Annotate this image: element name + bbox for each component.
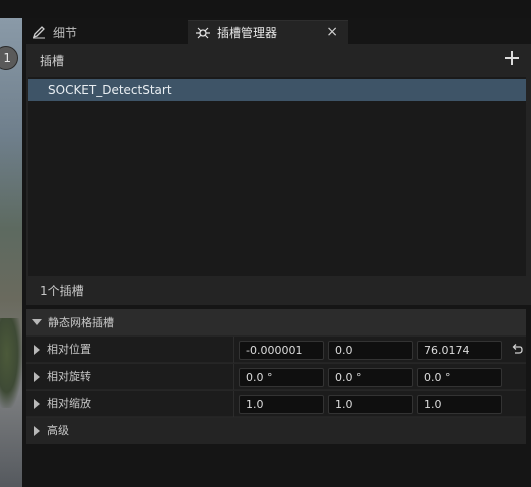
chevron-down-icon <box>32 319 42 325</box>
property-row-advanced[interactable]: 高级 <box>26 417 526 443</box>
tab-details-label: 细节 <box>53 25 78 40</box>
socket-list[interactable]: SOCKET_DetectStart <box>28 77 526 276</box>
chevron-right-icon[interactable] <box>34 399 40 409</box>
scale-x-field[interactable]: 1.0 <box>239 395 324 414</box>
section-header-static-mesh-socket[interactable]: 静态网格插槽 <box>26 309 526 335</box>
tab-details[interactable]: 细节 <box>30 20 77 44</box>
property-label: 相对旋转 <box>47 370 91 383</box>
column-divider[interactable] <box>233 337 234 363</box>
property-row-relative-scale: 相对缩放 1.0 1.0 1.0 <box>26 390 526 417</box>
reset-icon[interactable] <box>511 343 523 357</box>
location-x-field[interactable]: -0.000001 <box>239 341 324 360</box>
property-label: 相对缩放 <box>47 397 91 410</box>
property-row-relative-location: 相对位置 -0.000001 0.0 76.0174 <box>26 336 526 363</box>
tab-socket-manager[interactable]: 插槽管理器 × <box>188 20 348 44</box>
socket-manager-icon <box>194 25 212 41</box>
rotation-z-field[interactable]: 0.0 ° <box>417 368 502 387</box>
property-label: 相对位置 <box>47 343 91 356</box>
advanced-label: 高级 <box>47 424 69 437</box>
socket-panel-title: 插槽 <box>40 53 65 68</box>
top-bar <box>0 0 531 18</box>
location-y-field[interactable]: 0.0 <box>328 341 413 360</box>
section-title: 静态网格插槽 <box>48 316 114 329</box>
socket-panel-header: 插槽 <box>26 44 531 76</box>
pencil-icon <box>30 24 48 40</box>
chevron-right-icon[interactable] <box>34 345 40 355</box>
location-z-field[interactable]: 76.0174 <box>417 341 502 360</box>
details-panel: 静态网格插槽 相对位置 -0.000001 0.0 76.0174 相对旋转 0… <box>26 309 526 444</box>
property-row-relative-rotation: 相对旋转 0.0 ° 0.0 ° 0.0 ° <box>26 363 526 390</box>
scale-z-field[interactable]: 1.0 <box>417 395 502 414</box>
rotation-y-field[interactable]: 0.0 ° <box>328 368 413 387</box>
column-divider[interactable] <box>233 364 234 390</box>
tab-socket-manager-label: 插槽管理器 <box>217 26 278 40</box>
socket-count: 1个插槽 <box>26 277 531 305</box>
chevron-right-icon[interactable] <box>34 426 40 436</box>
chevron-right-icon[interactable] <box>34 372 40 382</box>
viewport-preview[interactable]: 1 <box>0 18 22 487</box>
viewport-scenery <box>0 318 22 408</box>
plus-icon[interactable] <box>505 51 519 65</box>
scale-y-field[interactable]: 1.0 <box>328 395 413 414</box>
rotation-x-field[interactable]: 0.0 ° <box>239 368 324 387</box>
list-item[interactable]: SOCKET_DetectStart <box>28 79 526 101</box>
viewport-badge[interactable]: 1 <box>0 46 18 70</box>
close-icon[interactable]: × <box>326 24 338 40</box>
socket-panel: 插槽 SOCKET_DetectStart 1个插槽 <box>26 44 531 305</box>
column-divider[interactable] <box>233 391 234 417</box>
tab-bar: 细节 插槽管理器 × <box>22 18 531 44</box>
